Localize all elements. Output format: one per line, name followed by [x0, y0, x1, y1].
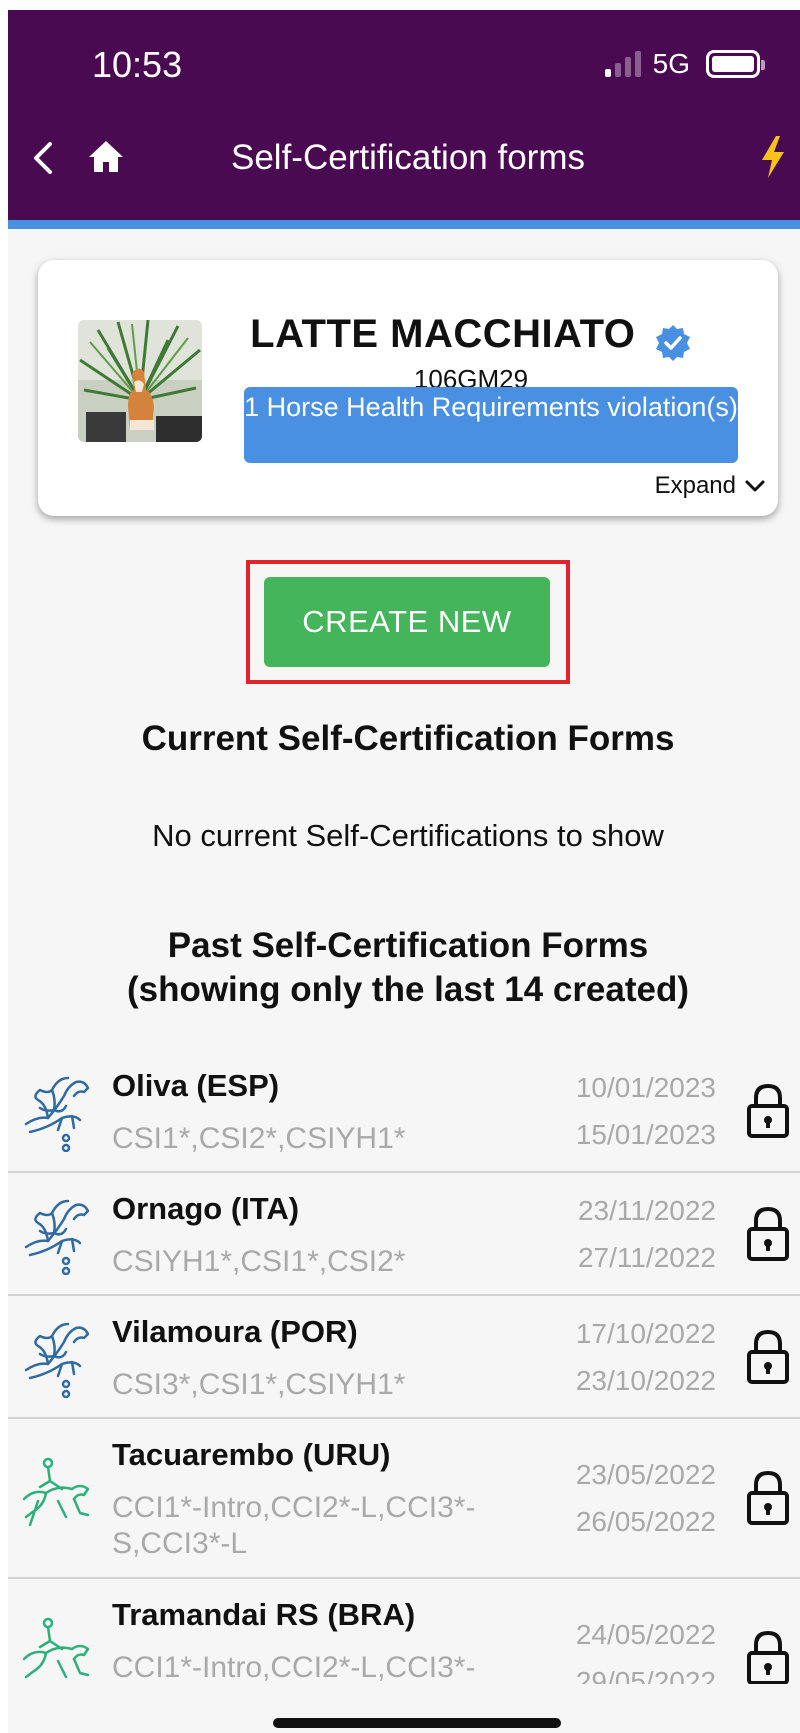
list-item[interactable]: Tacuarembo (URU) CCI1*-Intro,CCI2*-L,CCI… [8, 1419, 800, 1579]
lock-icon [747, 1470, 789, 1525]
jumping-icon [24, 1199, 90, 1275]
event-start-date: 10/01/2023 [575, 1072, 716, 1103]
event-start-date: 23/05/2022 [575, 1459, 716, 1490]
event-end-date: 27/11/2022 [577, 1242, 716, 1273]
event-start-date: 23/11/2022 [577, 1195, 716, 1226]
event-start-date: 24/05/2022 [575, 1619, 716, 1650]
list-item[interactable]: Oliva (ESP) CSI1*,CSI2*,CSIYH1* 10/01/20… [8, 1050, 800, 1173]
verified-badge-icon [655, 324, 690, 361]
event-end-date: 23/10/2022 [575, 1365, 716, 1396]
event-end-date: 26/05/2022 [575, 1506, 716, 1537]
page-title: Self-Certification forms [231, 138, 585, 177]
violation-banner[interactable]: 1 Horse Health Requirements violation(s) [244, 387, 738, 463]
lock-icon [747, 1083, 789, 1138]
status-time: 10:53 [92, 44, 183, 85]
event-venue: Vilamoura (POR) [112, 1314, 358, 1349]
home-indicator[interactable] [273, 1718, 561, 1728]
event-end-date: 29/05/2022 [575, 1666, 716, 1684]
jumping-icon [24, 1076, 90, 1152]
past-forms-list: Oliva (ESP) CSI1*,CSI2*,CSIYH1* 10/01/20… [8, 1050, 800, 1684]
status-icons: 5G [604, 48, 765, 80]
top-bar: 10:53 5G Self-Certification forms [8, 10, 800, 220]
battery-icon [706, 50, 765, 78]
event-categories: CCI1*-Intro,CCI2*-L,CCI3*-S,CCI3*-L [112, 1491, 476, 1560]
horse-card: LATTE MACCHIATO 106GM29 1 Horse Health R… [38, 260, 778, 516]
event-venue: Ornago (ITA) [112, 1191, 300, 1226]
lock-icon [747, 1206, 789, 1261]
horse-photo [78, 320, 202, 442]
event-venue: Oliva (ESP) [112, 1068, 280, 1103]
horse-name: LATTE MACCHIATO [250, 312, 636, 356]
create-new-button[interactable]: CREATE NEW [264, 577, 550, 667]
eventing-icon [22, 1457, 90, 1527]
past-forms-subtitle: (showing only the last 14 created) [126, 970, 690, 1009]
event-categories: CSI3*,CSI1*,CSIYH1* [112, 1368, 406, 1401]
app-screen: 10:53 5G Self-Certification forms LATTE … [8, 10, 800, 1733]
expand-toggle[interactable]: Expand [655, 472, 766, 500]
list-item[interactable]: Vilamoura (POR) CSI3*,CSI1*,CSIYH1* 17/1… [8, 1296, 800, 1419]
current-forms-title: Current Self-Certification Forms [141, 719, 675, 758]
expand-label: Expand [654, 472, 736, 499]
list-item[interactable]: Tramandai RS (BRA) CCI1*-Intro,CCI2*-L,C… [8, 1579, 800, 1684]
network-type: 5G [652, 48, 690, 79]
event-venue: Tacuarembo (URU) [112, 1437, 391, 1472]
event-categories: CSI1*,CSI2*,CSIYH1* [112, 1122, 406, 1155]
signal-icon [604, 51, 641, 77]
chevron-down-icon [745, 480, 765, 492]
event-end-date: 15/01/2023 [575, 1119, 716, 1150]
event-categories: CSIYH1*,CSI1*,CSI2* [112, 1245, 406, 1278]
lock-icon [747, 1329, 789, 1384]
event-venue: Tramandai RS (BRA) [112, 1597, 416, 1632]
eventing-icon [22, 1617, 90, 1679]
horse-name-row: LATTE MACCHIATO [226, 312, 716, 362]
event-start-date: 17/10/2022 [575, 1318, 716, 1349]
header-divider [8, 220, 800, 229]
empty-message: No current Self-Certifications to show [152, 818, 664, 853]
past-forms-title: Past Self-Certification Forms [167, 926, 649, 965]
lock-icon [747, 1630, 789, 1684]
jumping-icon [24, 1322, 90, 1398]
event-categories: CCI1*-Intro,CCI2*-L,CCI3*- [112, 1651, 476, 1684]
list-item[interactable]: Ornago (ITA) CSIYH1*,CSI1*,CSI2* 23/11/2… [8, 1173, 800, 1296]
lightning-icon[interactable] [758, 134, 788, 180]
